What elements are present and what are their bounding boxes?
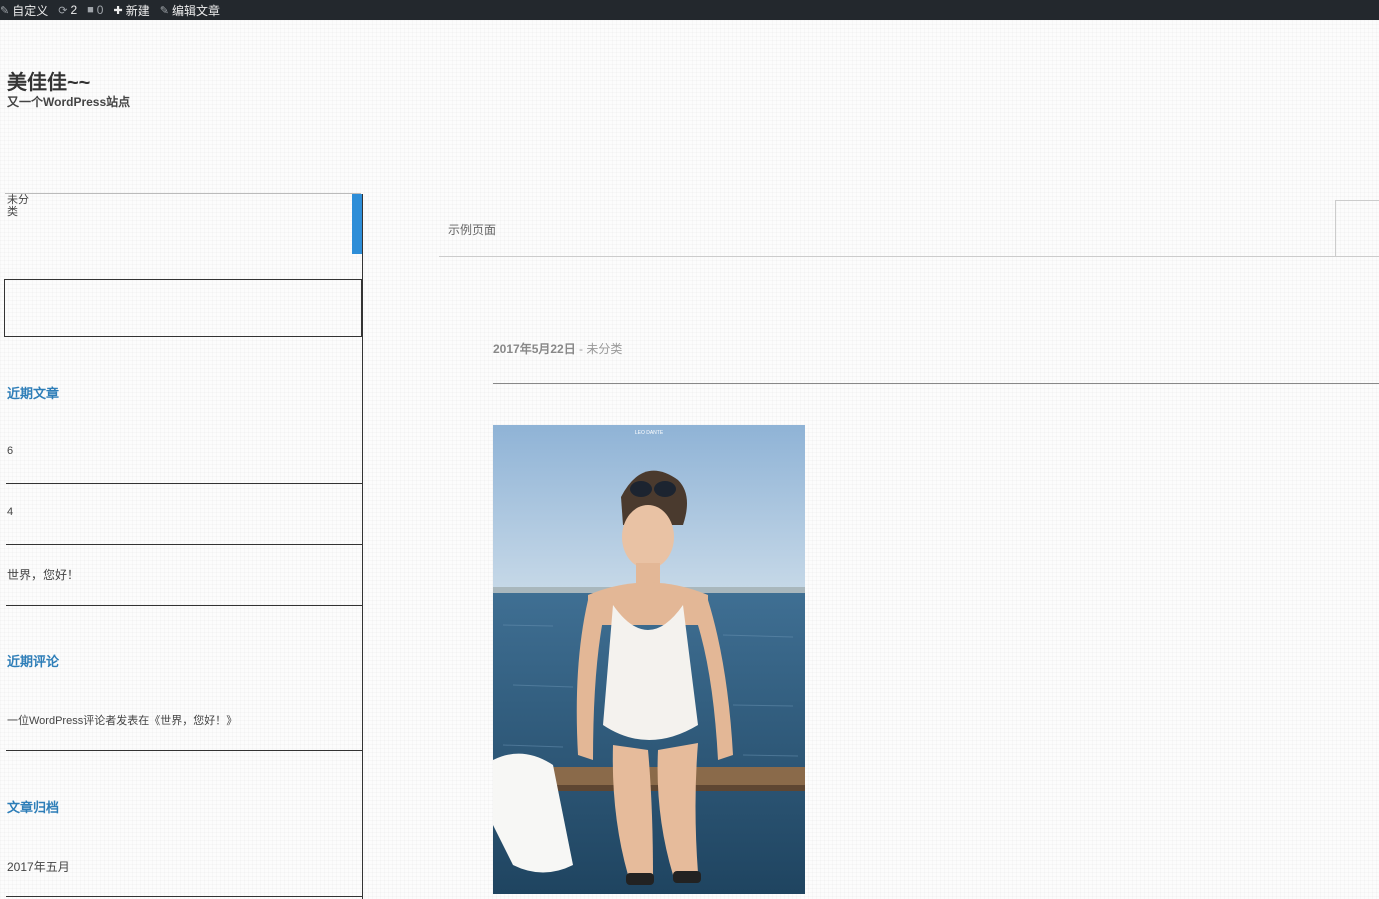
recent-comment-item[interactable]: 一位WordPress评论者发表在《世界，您好！》 — [6, 689, 362, 751]
meta-divider — [493, 383, 1379, 384]
post-date[interactable]: 2017年5月22日 — [493, 342, 576, 356]
new-content-link[interactable]: ✚ 新建 — [113, 0, 149, 20]
customize-link[interactable]: ✎ 自定义 — [0, 0, 48, 20]
recent-post-item[interactable]: 4 — [6, 483, 362, 545]
category-label[interactable]: 未分类 — [7, 194, 35, 218]
category-box[interactable] — [5, 193, 361, 254]
plus-icon: ✚ — [113, 4, 123, 17]
nav-divider — [439, 256, 1379, 257]
edit-post-label: 编辑文章 — [171, 3, 220, 18]
recent-comment-link[interactable]: 一位WordPress评论者发表在《世界，您好！》 — [7, 712, 237, 728]
refresh-icon: ⟳ — [58, 4, 68, 17]
post-category[interactable]: 未分类 — [586, 342, 622, 356]
admin-bar: ✎ 自定义 ⟳ 2 ■ 0 ✚ 新建 ✎ 编辑文章 — [0, 0, 1379, 20]
comment-icon: ■ — [87, 4, 94, 16]
category-accent-bar — [352, 194, 362, 254]
customize-label: 自定义 — [12, 3, 49, 18]
post-photo[interactable]: LEO DANTE — [493, 425, 805, 894]
new-label: 新建 — [125, 3, 150, 18]
post-meta: 2017年5月22日 - 未分类 — [493, 340, 622, 357]
meta-separator: - — [575, 342, 587, 356]
sidebar-divider — [362, 194, 363, 899]
updates-count: 2 — [70, 3, 78, 17]
recent-post-item[interactable]: 世界，您好！ — [6, 544, 362, 606]
recent-posts-title: 近期文章 — [7, 386, 60, 401]
site-title[interactable]: 美佳佳~~ — [7, 66, 90, 95]
comments-count: 0 — [96, 3, 104, 17]
recent-post-link[interactable]: 世界，您好！ — [7, 566, 79, 583]
nav-sample-page[interactable]: 示例页面 — [448, 221, 496, 238]
site-description: 又一个WordPress站点 — [7, 95, 131, 109]
photo-watermark: LEO DANTE — [635, 430, 664, 436]
edit-post-link[interactable]: ✎ 编辑文章 — [160, 0, 220, 20]
updates-link[interactable]: ⟳ 2 — [58, 0, 77, 20]
edit-icon: ✎ — [159, 4, 169, 17]
pencil-icon: ✎ — [0, 4, 10, 17]
recent-post-item[interactable]: 6 — [6, 422, 362, 484]
recent-post-link[interactable]: 4 — [7, 506, 13, 518]
archive-item[interactable]: 2017年五月 — [6, 835, 362, 897]
archive-link[interactable]: 2017年五月 — [7, 858, 70, 875]
recent-comments-title: 近期评论 — [7, 654, 60, 669]
photo-illustration: LEO DANTE — [493, 425, 805, 894]
search-input[interactable] — [4, 279, 362, 337]
comments-link[interactable]: ■ 0 — [87, 0, 103, 20]
nav-toggle-box[interactable] — [1335, 200, 1379, 257]
recent-post-link[interactable]: 6 — [7, 445, 13, 457]
archives-title: 文章归档 — [7, 800, 60, 815]
